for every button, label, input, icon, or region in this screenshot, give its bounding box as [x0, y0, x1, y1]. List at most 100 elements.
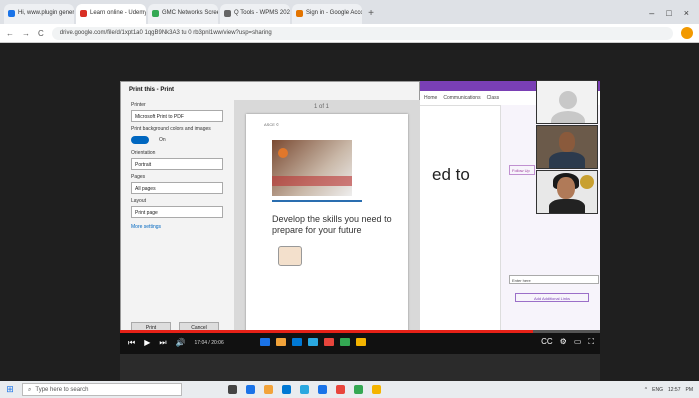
layout-select[interactable]: Print page [131, 206, 223, 218]
minimize-button[interactable]: – [649, 8, 654, 18]
pages-select[interactable]: All pages [131, 182, 223, 194]
app-icon[interactable] [300, 385, 309, 394]
app-icon [356, 338, 366, 346]
browser-tab[interactable]: GMC Networks Screen... [148, 4, 218, 24]
settings-gear-icon[interactable]: ⚙ [560, 337, 567, 347]
tab-favicon-icon [224, 10, 231, 17]
search-placeholder: Type here to search [35, 387, 89, 393]
page-header-text: ASCE © [264, 122, 279, 127]
participant-tile-empty[interactable] [536, 80, 598, 124]
app-icon[interactable] [372, 385, 381, 394]
profile-avatar[interactable] [681, 27, 693, 39]
forward-button[interactable]: → [22, 29, 30, 38]
tray-expand-icon[interactable]: ^ [645, 387, 647, 393]
progress-fill [120, 330, 533, 333]
edge-icon[interactable] [282, 385, 291, 394]
preview-page-counter: 1 of 1 [314, 104, 330, 110]
tab-favicon-icon [8, 10, 15, 17]
content-area: Home Communications Class ed to Follow U… [0, 43, 699, 397]
print-dialog: Print this - Print Printer Microsoft Pri… [120, 81, 420, 341]
file-explorer-icon[interactable] [264, 385, 273, 394]
page-heading: Develop the skills you need to prepare f… [272, 214, 392, 235]
theater-mode-icon[interactable]: ▭ [574, 337, 582, 347]
printer-select[interactable]: Microsoft Print to PDF [131, 110, 223, 122]
app-icon [340, 338, 350, 346]
clock-time[interactable]: 12:57 [668, 387, 681, 393]
add-links-button[interactable]: Add Additional Links [515, 293, 589, 302]
player-controls: ⏮ ▶ ⏭ 🔊 17:04 / 20:06 CC ⚙ ▭ ⛶ [120, 330, 600, 354]
app-tab[interactable]: Communications [443, 95, 480, 101]
app-tab[interactable]: Home [424, 95, 437, 101]
fullscreen-icon[interactable]: ⛶ [588, 337, 594, 347]
new-tab-button[interactable]: + [364, 7, 378, 21]
time-display: 17:04 / 20:06 [194, 340, 224, 346]
app-icon[interactable] [318, 385, 327, 394]
participant-body [549, 152, 585, 168]
window-controls: – □ × [649, 8, 699, 24]
toggle-label: On [159, 137, 166, 143]
print-dialog-title: Print this - Print [129, 87, 174, 93]
taskbar-pinned-apps [228, 385, 381, 394]
tab-favicon-icon [80, 10, 87, 17]
windows-taskbar: ⊞ ⌕ Type here to search ^ ENG 12:57 PM [0, 381, 699, 398]
page-divider [272, 200, 362, 202]
browser-tab[interactable]: Hi, www.plugin generator Bl... [4, 4, 74, 24]
windows-start-icon[interactable]: ⊞ [4, 384, 16, 395]
background-toggle[interactable] [131, 136, 149, 144]
participant-tile-video[interactable] [536, 125, 598, 169]
browser-tab[interactable]: Q Tools - WPMS 2023 Cl... [220, 4, 290, 24]
app-icon[interactable] [246, 385, 255, 394]
volume-icon[interactable]: 🔊 [176, 338, 186, 348]
captions-icon[interactable]: CC [541, 337, 553, 347]
app-icon[interactable] [354, 385, 363, 394]
app-icon [260, 338, 270, 346]
task-view-icon[interactable] [228, 385, 237, 394]
page-hero-image [272, 140, 352, 196]
folder-icon [276, 338, 286, 346]
orientation-select[interactable]: Portrait [131, 158, 223, 170]
search-icon: ⌕ [28, 387, 32, 393]
browser-tab-active[interactable]: Learn online - Udemy × [76, 4, 146, 24]
previous-icon[interactable]: ⏮ [128, 338, 135, 348]
maximize-button[interactable]: □ [666, 8, 671, 18]
participant-face [557, 177, 575, 199]
address-bar: ← → C drive.google.com/file/d/1xpt1a0 1q… [0, 24, 699, 43]
url-field[interactable]: drive.google.com/file/d/1xpt1a0 1qgB9Nk3… [51, 26, 673, 40]
participant-face [559, 132, 575, 152]
language-indicator[interactable]: ENG [652, 387, 663, 393]
preview-page: ASCE © Develop the skills you need to pr… [246, 114, 408, 334]
system-tray: ^ ENG 12:57 PM [645, 387, 699, 393]
back-button[interactable]: ← [6, 29, 14, 38]
app-icon [292, 338, 302, 346]
follow-up-chip[interactable]: Follow Up [509, 165, 535, 175]
tab-favicon-icon [296, 10, 303, 17]
badge-icon [580, 175, 594, 189]
reload-button[interactable]: C [38, 29, 44, 38]
app-heading-fragment: ed to [432, 165, 470, 184]
side-input[interactable]: Enter here [509, 275, 599, 284]
browser-tab-strip: Hi, www.plugin generator Bl... Learn onl… [0, 0, 699, 24]
participant-tile-video[interactable] [536, 170, 598, 214]
player-right-controls: CC ⚙ ▭ ⛶ [541, 337, 594, 347]
browser-tab[interactable]: Sign in - Google Accounts [292, 4, 362, 24]
app-icon [324, 338, 334, 346]
logo-icon [278, 148, 288, 158]
tab-favicon-icon [152, 10, 159, 17]
playback-controls: ⏮ ▶ ⏭ 🔊 17:04 / 20:06 [128, 338, 224, 348]
taskbar-search-input[interactable]: ⌕ Type here to search [22, 383, 182, 396]
print-preview: 1 of 1 ASCE © Develop the skills you nee… [234, 100, 420, 338]
video-taskbar-icons [260, 338, 366, 346]
avatar-placeholder-icon [559, 91, 577, 109]
app-icon [308, 338, 318, 346]
participant-body [549, 199, 585, 213]
image-banner [272, 176, 352, 186]
play-icon[interactable]: ▶ [144, 338, 150, 348]
next-icon[interactable]: ⏭ [159, 338, 166, 348]
close-window-button[interactable]: × [684, 8, 689, 18]
people-illustration-icon [278, 246, 302, 266]
progress-bar[interactable] [120, 330, 600, 333]
app-tab[interactable]: Class [487, 95, 500, 101]
chrome-icon[interactable] [336, 385, 345, 394]
avatar-placeholder-body [551, 111, 585, 123]
clock-period: PM [685, 386, 694, 393]
